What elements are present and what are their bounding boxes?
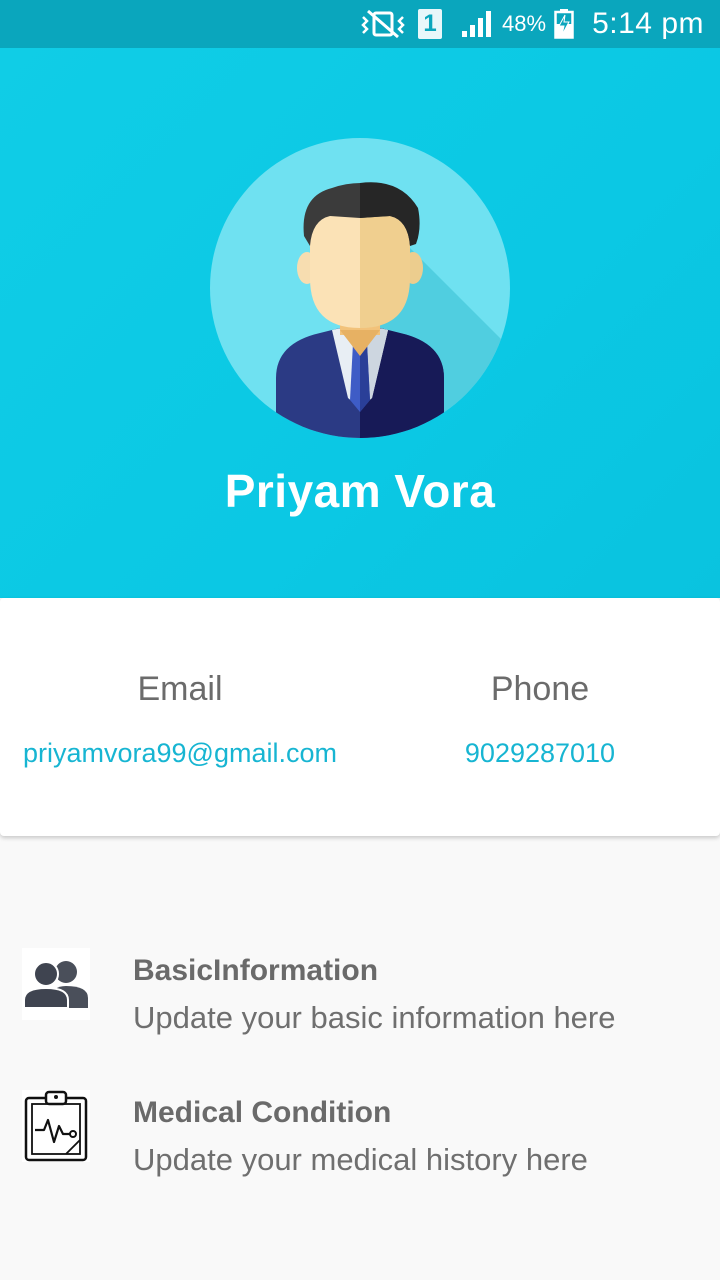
medical-condition-title: Medical Condition	[133, 1096, 392, 1129]
medical-condition-subtitle: Update your medical history here	[133, 1142, 588, 1177]
profile-header: Priyam Vora	[0, 48, 720, 598]
medical-condition-item[interactable]: Medical Condition Update your medical hi…	[0, 1072, 720, 1202]
vibrate-off-icon	[361, 9, 405, 39]
status-bar: 1 48% 5:14 pm	[0, 0, 720, 48]
users-icon	[22, 948, 90, 1020]
battery-charging-icon	[554, 9, 574, 39]
email-value[interactable]: priyamvora99@gmail.com	[0, 738, 360, 769]
medical-clipboard-icon	[22, 1090, 90, 1162]
user-avatar-icon[interactable]	[210, 138, 510, 438]
phone-value[interactable]: 9029287010	[360, 738, 720, 769]
sim-icon: 1	[418, 9, 443, 39]
status-icons: 1 48% 5:14 pm	[360, 0, 704, 48]
phone-label: Phone	[490, 670, 590, 708]
profile-name: Priyam Vora	[224, 465, 496, 517]
basic-information-subtitle: Update your basic information here	[133, 1000, 616, 1035]
basic-information-title: BasicInformation	[133, 954, 379, 987]
profile-screen: 1 48% 5:14 pm Priyam Vora Email priyamvo…	[0, 0, 720, 1280]
clock: 5:14 pm	[592, 7, 704, 40]
email-label: Email	[137, 670, 223, 708]
contact-card: Email priyamvora99@gmail.com Phone 90292…	[0, 598, 720, 836]
battery-percent: 48%	[502, 11, 547, 36]
signal-icon	[462, 11, 492, 37]
basic-information-item[interactable]: BasicInformation Update your basic infor…	[0, 930, 720, 1060]
